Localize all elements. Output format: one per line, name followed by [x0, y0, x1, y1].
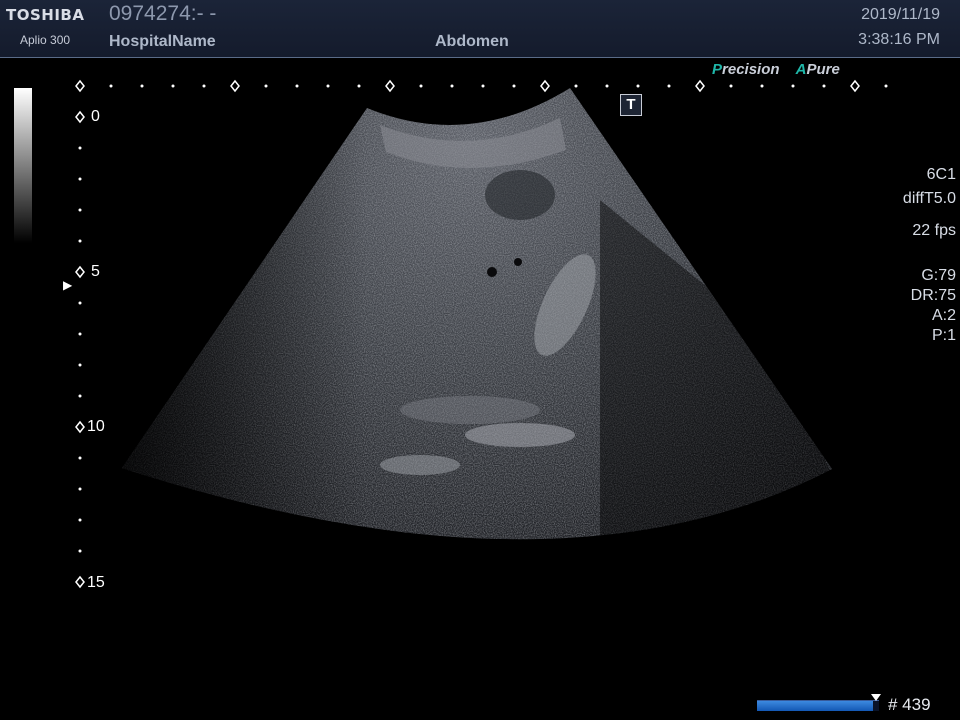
depth-label-5: 5	[91, 263, 100, 280]
a-value: A:2	[931, 307, 956, 324]
depth-scale-major-tick	[75, 110, 85, 124]
cine-position-marker-icon[interactable]	[871, 694, 881, 701]
frame-counter: # 439	[888, 695, 931, 714]
lateral-scale-minor-tick	[171, 84, 175, 88]
depth-label-15: 15	[87, 574, 105, 591]
cine-progress-bar[interactable]	[757, 700, 879, 711]
dynamic-range-value: DR:75	[910, 287, 956, 304]
depth-scale-major-tick	[75, 420, 85, 434]
depth-scale-minor-tick	[78, 177, 82, 181]
depth-scale-minor-tick	[78, 487, 82, 491]
depth-scale	[75, 110, 85, 589]
lateral-scale-minor-tick	[605, 84, 609, 88]
depth-scale-minor-tick	[78, 208, 82, 212]
lateral-scale	[75, 79, 888, 93]
lateral-scale-minor-tick	[357, 84, 361, 88]
lateral-scale-minor-tick	[636, 84, 640, 88]
lateral-scale-major-tick	[385, 79, 395, 93]
depth-scale-minor-tick	[78, 301, 82, 305]
lateral-scale-major-tick	[540, 79, 550, 93]
lateral-scale-major-tick	[850, 79, 860, 93]
depth-scale-minor-tick	[78, 394, 82, 398]
lateral-scale-minor-tick	[574, 84, 578, 88]
frame-rate: 22 fps	[912, 222, 956, 239]
cine-progress-fill	[757, 701, 873, 711]
depth-scale-minor-tick	[78, 239, 82, 243]
ultrasound-image	[75, 79, 888, 589]
lateral-scale-major-tick	[230, 79, 240, 93]
lateral-scale-major-tick	[695, 79, 705, 93]
lateral-scale-minor-tick	[264, 84, 268, 88]
t-marker-icon: T	[620, 94, 642, 116]
depth-scale-minor-tick	[78, 363, 82, 367]
lateral-scale-minor-tick	[202, 84, 206, 88]
scan-sector	[122, 88, 832, 540]
lateral-scale-minor-tick	[729, 84, 733, 88]
lateral-scale-minor-tick	[140, 84, 144, 88]
depth-scale-minor-tick	[78, 146, 82, 150]
lateral-scale-major-tick	[75, 79, 85, 93]
ultrasound-screen: TOSHIBA Aplio 300 0974274:- - HospitalNa…	[0, 0, 960, 720]
probe-name: 6C1	[926, 166, 956, 183]
lateral-scale-minor-tick	[481, 84, 485, 88]
depth-scale-minor-tick	[78, 518, 82, 522]
lateral-scale-minor-tick	[667, 84, 671, 88]
lateral-scale-minor-tick	[419, 84, 423, 88]
lateral-scale-minor-tick	[822, 84, 826, 88]
depth-scale-minor-tick	[78, 332, 82, 336]
depth-scale-major-tick	[75, 575, 85, 589]
lateral-scale-minor-tick	[791, 84, 795, 88]
depth-scale-minor-tick	[78, 456, 82, 460]
lateral-scale-minor-tick	[326, 84, 330, 88]
lateral-scale-minor-tick	[450, 84, 454, 88]
lateral-scale-minor-tick	[884, 84, 888, 88]
depth-label-0: 0	[91, 108, 100, 125]
lateral-scale-minor-tick	[760, 84, 764, 88]
lateral-scale-minor-tick	[295, 84, 299, 88]
lateral-scale-minor-tick	[512, 84, 516, 88]
lateral-scale-minor-tick	[109, 84, 113, 88]
depth-label-10: 10	[87, 418, 105, 435]
imaging-mode: diffT5.0	[902, 190, 956, 207]
p-value: P:1	[931, 327, 956, 344]
gain-value: G:79	[921, 267, 956, 284]
depth-scale-minor-tick	[78, 549, 82, 553]
depth-scale-major-tick	[75, 265, 85, 279]
